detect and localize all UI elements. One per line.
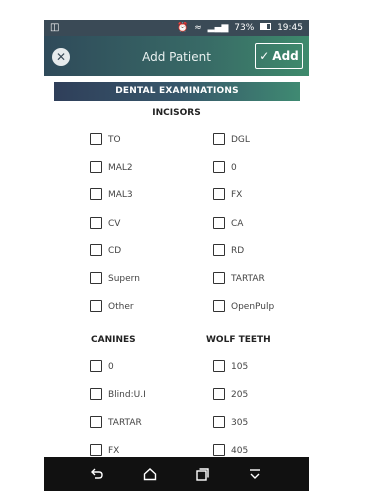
checkbox-label: MAL3: [108, 190, 133, 200]
checkbox-box[interactable]: [90, 160, 102, 173]
checkbox-incisor-0[interactable]: 0: [213, 160, 237, 175]
notification-icon: ◫: [50, 22, 60, 33]
recents-icon[interactable]: [194, 466, 210, 482]
checkbox-label: FX: [108, 446, 120, 456]
checkbox-canine-0[interactable]: 0: [90, 359, 114, 374]
checkbox-wolf-405[interactable]: 405: [213, 443, 249, 458]
checkbox-wolf-105[interactable]: 105: [213, 359, 249, 374]
checkbox-label: TARTAR: [231, 274, 265, 284]
checkbox-label: 305: [231, 418, 249, 428]
checkbox-box[interactable]: [90, 243, 102, 256]
checkbox-incisor-mal3[interactable]: MAL3: [90, 187, 133, 202]
checkbox-box[interactable]: [90, 187, 102, 200]
checkbox-label: 0: [108, 362, 114, 372]
wifi-icon: ≈: [194, 23, 202, 33]
checkbox-box[interactable]: [90, 216, 102, 229]
checkbox-box[interactable]: [90, 387, 102, 400]
canines-title: CANINES: [91, 335, 136, 345]
checkbox-incisor-other[interactable]: Other: [90, 299, 134, 314]
checkbox-box[interactable]: [90, 443, 102, 456]
checkbox-incisor-mal2[interactable]: MAL2: [90, 160, 133, 175]
checkbox-label: DGL: [231, 135, 250, 145]
checkbox-incisor-ca[interactable]: CA: [213, 216, 244, 231]
battery-icon: [260, 23, 272, 30]
checkbox-incisor-supern[interactable]: Supern: [90, 271, 140, 286]
checkbox-canine-blind[interactable]: Blind:U.I: [90, 387, 146, 402]
check-icon: ✓: [259, 49, 270, 63]
checkbox-box[interactable]: [213, 387, 225, 400]
checkbox-canine-tartar[interactable]: TARTAR: [90, 415, 142, 430]
checkbox-wolf-205[interactable]: 205: [213, 387, 249, 402]
navigation-bar: [44, 457, 309, 491]
checkbox-box[interactable]: [90, 415, 102, 428]
clock: 19:45: [277, 23, 303, 33]
incisors-title: INCISORS: [152, 108, 201, 118]
checkbox-incisor-rd[interactable]: RD: [213, 243, 245, 258]
checkbox-incisor-dgl[interactable]: DGL: [213, 132, 250, 147]
checkbox-box[interactable]: [213, 359, 225, 372]
checkbox-label: RD: [231, 246, 245, 256]
checkbox-label: 205: [231, 390, 249, 400]
checkbox-label: OpenPulp: [231, 302, 275, 312]
checkbox-box[interactable]: [213, 243, 225, 256]
checkbox-box[interactable]: [213, 271, 225, 284]
checkbox-incisor-openpulp[interactable]: OpenPulp: [213, 299, 275, 314]
add-button-label: Add: [272, 49, 299, 63]
home-icon[interactable]: [142, 466, 158, 482]
wolf-teeth-title: WOLF TEETH: [206, 335, 271, 345]
checkbox-box[interactable]: [213, 443, 225, 456]
alarm-icon: ⏰: [177, 23, 189, 33]
checkbox-label: Blind:U.I: [108, 390, 146, 400]
phone-screen: ◫ ⏰ ≈ ▂▄▆ 73% 19:45 ✕ Add Patient ✓ Add D…: [44, 20, 309, 491]
section-banner: DENTAL EXAMINATIONS: [54, 82, 300, 101]
checkbox-box[interactable]: [213, 216, 225, 229]
checkbox-label: CA: [231, 219, 244, 229]
checkbox-label: FX: [231, 190, 243, 200]
checkbox-incisor-to[interactable]: TO: [90, 132, 121, 147]
signal-icon: ▂▄▆: [207, 23, 229, 33]
checkbox-label: Supern: [108, 274, 140, 284]
checkbox-box[interactable]: [213, 160, 225, 173]
app-bar: ✕ Add Patient ✓ Add: [44, 36, 309, 76]
checkbox-label: Other: [108, 302, 134, 312]
checkbox-incisor-fx[interactable]: FX: [213, 187, 243, 202]
checkbox-label: MAL2: [108, 163, 133, 173]
add-button[interactable]: ✓ Add: [255, 43, 303, 69]
checkbox-wolf-305[interactable]: 305: [213, 415, 249, 430]
checkbox-box[interactable]: [90, 271, 102, 284]
checkbox-box[interactable]: [90, 299, 102, 312]
checkbox-label: TO: [108, 135, 121, 145]
checkbox-label: CD: [108, 246, 122, 256]
status-icons: ⏰ ≈ ▂▄▆ 73% 19:45: [174, 20, 303, 36]
checkbox-incisor-cv[interactable]: CV: [90, 216, 121, 231]
checkbox-box[interactable]: [90, 132, 102, 145]
menu-icon[interactable]: [247, 466, 263, 482]
checkbox-label: CV: [108, 219, 121, 229]
checkbox-box[interactable]: [213, 299, 225, 312]
checkbox-label: 0: [231, 163, 237, 173]
status-bar: ◫ ⏰ ≈ ▂▄▆ 73% 19:45: [44, 20, 309, 36]
checkbox-box[interactable]: [213, 187, 225, 200]
back-icon[interactable]: [89, 466, 105, 482]
checkbox-box[interactable]: [213, 132, 225, 145]
checkbox-canine-fx[interactable]: FX: [90, 443, 120, 458]
checkbox-label: 405: [231, 446, 249, 456]
checkbox-label: TARTAR: [108, 418, 142, 428]
checkbox-box[interactable]: [213, 415, 225, 428]
checkbox-incisor-tartar[interactable]: TARTAR: [213, 271, 265, 286]
checkbox-label: 105: [231, 362, 249, 372]
checkbox-box[interactable]: [90, 359, 102, 372]
battery-percent: 73%: [234, 23, 255, 33]
checkbox-incisor-cd[interactable]: CD: [90, 243, 122, 258]
